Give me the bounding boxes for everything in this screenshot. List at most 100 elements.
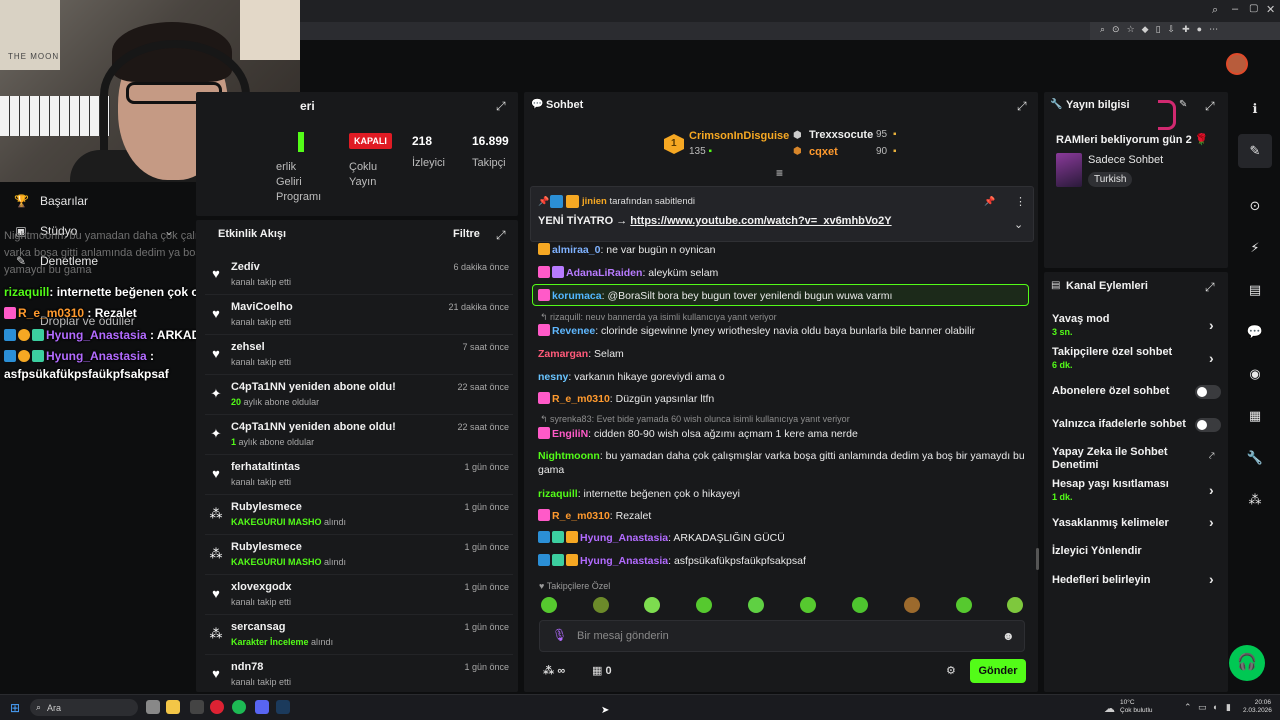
activity-item[interactable]: ⁂ sercansag Karakter İnceleme alındı 1 gün … — [205, 615, 513, 655]
emote-icon[interactable] — [748, 597, 764, 613]
category-thumbnail[interactable] — [1056, 153, 1082, 187]
info-icon[interactable]: ℹ — [1246, 100, 1264, 118]
activity-item[interactable]: ✦ C4pTa1NN yeniden abone oldu! 20 aylık ab… — [205, 375, 513, 415]
expand-icon[interactable]: ⤢ — [1205, 280, 1217, 294]
action-ai-moderation[interactable]: Yapay Zeka ile Sohbet Denetimi — [1052, 446, 1172, 472]
gifter-name[interactable]: cqxet — [809, 146, 838, 158]
support-button[interactable]: 🎧 — [1229, 645, 1265, 681]
activity-item[interactable]: ⁂ Rubylesmece KAKEGURUI MASHO alındı 1 gün … — [205, 535, 513, 575]
category-name[interactable]: Sadece Sohbet — [1088, 154, 1163, 166]
chevron-right-icon[interactable]: › — [1209, 482, 1214, 498]
action-raid[interactable]: İzleyici Yönlendir — [1052, 545, 1142, 558]
chevron-down-icon[interactable]: ⌄ — [1014, 218, 1023, 231]
tray-chevron-icon[interactable]: ⌃ — [1184, 702, 1192, 713]
expand-icon[interactable]: ⤢ — [496, 99, 508, 113]
task-view-icon[interactable] — [146, 700, 160, 714]
lightning-icon[interactable]: ⚡ — [1246, 239, 1264, 257]
minimize-icon[interactable]: – — [1232, 3, 1238, 15]
chat-username[interactable]: almiraa_0 — [552, 244, 600, 256]
sidebar-item-basarilar[interactable]: 🏆 Başarılar — [14, 194, 88, 208]
emote-icon[interactable] — [904, 597, 920, 613]
activity-item[interactable]: ♥ ferhataltintas kanalı takip etti 1 gün ön… — [205, 455, 513, 495]
emote-icon[interactable] — [644, 597, 660, 613]
weather[interactable]: 10°C Çok bulutlu — [1120, 699, 1153, 715]
close-icon[interactable]: ✕ — [1266, 3, 1275, 16]
points-indicator[interactable]: ⁂ ∞ — [543, 664, 565, 677]
chat-username[interactable]: EngiliN — [552, 428, 588, 440]
discord-icon[interactable] — [255, 700, 269, 714]
users-icon[interactable]: ⁂ — [1246, 491, 1264, 509]
send-button[interactable]: Gönder — [970, 659, 1026, 683]
emote-icon[interactable] — [541, 597, 557, 613]
profile-icon[interactable]: ● — [1197, 24, 1202, 38]
emote-icon[interactable] — [593, 597, 609, 613]
more-icon[interactable]: ⋮ — [1015, 195, 1026, 208]
clock[interactable]: 20:06 2.03.2026 — [1243, 699, 1272, 715]
emote-icon[interactable] — [852, 597, 868, 613]
pinned-link[interactable]: https://www.youtube.com/watch?v=_xv6mhbV… — [630, 215, 891, 227]
wrench-icon[interactable]: 🔧 — [1246, 449, 1264, 467]
expand-icon[interactable]: ⤢ — [1205, 99, 1217, 113]
broadcast-icon[interactable]: ◉ — [1246, 365, 1264, 383]
collapse-icon[interactable]: ≡ — [776, 166, 783, 180]
activity-item[interactable]: ♥ ndn78 kanalı takip etti 1 gün önce — [205, 655, 513, 695]
layout-icon[interactable]: ▦ — [1246, 407, 1264, 425]
app-icon[interactable] — [190, 700, 204, 714]
steam-icon[interactable] — [276, 700, 290, 714]
chat-scrollbar[interactable] — [1036, 548, 1039, 570]
url-field[interactable] — [300, 22, 1090, 40]
emoji-icon[interactable]: ☻ — [1002, 629, 1015, 643]
unpin-icon[interactable]: 📌 — [984, 196, 995, 207]
pencil-icon[interactable]: ✎ — [1246, 142, 1264, 160]
avatar[interactable] — [1226, 53, 1248, 75]
windows-start-icon[interactable]: ⊞ — [10, 701, 20, 715]
external-link-icon[interactable]: ⤤ — [1209, 451, 1215, 462]
chevron-right-icon[interactable]: › — [1209, 317, 1214, 333]
chat-username[interactable]: nesny — [538, 371, 568, 383]
menu-icon[interactable]: ⋯ — [1209, 24, 1218, 38]
chat-bubble-icon[interactable]: 💬 — [1246, 323, 1264, 341]
download-icon[interactable]: ⇩ — [1168, 24, 1176, 38]
action-goals[interactable]: Hedefleri belirleyin — [1052, 574, 1150, 587]
puzzle-icon[interactable]: ✚ — [1182, 24, 1190, 38]
filter-button[interactable]: Filtre — [453, 228, 480, 240]
star-icon[interactable]: ☆ — [1127, 24, 1135, 38]
sidebar-icon[interactable]: ▯ — [1156, 24, 1161, 38]
chat-username[interactable]: R_e_m0310 — [552, 510, 610, 522]
extension-icon[interactable]: ◆ — [1142, 24, 1149, 38]
emote-icon[interactable] — [696, 597, 712, 613]
gifter-name[interactable]: Trexxsocute — [809, 129, 873, 141]
activity-item[interactable]: ⁂ Rubylesmece KAKEGURUI MASHO alındı 1 gün … — [205, 495, 513, 535]
emote-icon[interactable] — [1007, 597, 1023, 613]
chevron-right-icon[interactable]: › — [1209, 571, 1214, 587]
shop-indicator[interactable]: ▦ 0 — [592, 664, 612, 677]
action-followers-only[interactable]: Takipçilere özel sohbet — [1052, 346, 1172, 359]
network-icon[interactable]: ▭ — [1198, 702, 1207, 713]
chevron-right-icon[interactable]: › — [1209, 350, 1214, 366]
spotify-icon[interactable] — [232, 700, 246, 714]
top-gifter-name[interactable]: CrimsonInDisguise — [689, 130, 789, 142]
subscribers-only-toggle[interactable] — [1195, 385, 1221, 399]
edit-icon[interactable]: ✎ — [1179, 99, 1187, 110]
search-icon[interactable]: ⌕ — [1212, 4, 1218, 17]
action-banned-words[interactable]: Yasaklanmış kelimeler — [1052, 517, 1169, 530]
chevron-right-icon[interactable]: › — [1209, 514, 1214, 530]
action-slow-mode[interactable]: Yavaş mod — [1052, 313, 1109, 326]
microphone-icon[interactable]: 🎙 — [552, 628, 567, 642]
emotes-only-toggle[interactable] — [1195, 418, 1221, 432]
chat-username[interactable]: R_e_m0310 — [552, 393, 610, 405]
volume-icon[interactable]: ◖ — [1212, 702, 1217, 712]
activity-item[interactable]: ♥ xlovexgodx kanalı takip etti 1 gün önce — [205, 575, 513, 615]
activity-item[interactable]: ✦ C4pTa1NN yeniden abone oldu! 1 aylık abo… — [205, 415, 513, 455]
chat-username[interactable]: Zamargan — [538, 348, 588, 360]
activity-item[interactable]: ♥ MaviCoelho kanalı takip etti 21 dakika ön… — [205, 295, 513, 335]
emote-icon[interactable] — [956, 597, 972, 613]
chat-username[interactable]: Hyung_Anastasia — [580, 532, 668, 544]
expand-icon[interactable]: ⤢ — [496, 228, 508, 242]
opera-gx-icon[interactable] — [210, 700, 224, 714]
maximize-icon[interactable]: ▢ — [1249, 3, 1258, 14]
emote-icon[interactable] — [800, 597, 816, 613]
battery-icon[interactable]: ▮ — [1226, 702, 1231, 713]
settings-icon[interactable]: ⚙ — [946, 664, 956, 677]
chat-username[interactable]: korumaca — [552, 290, 602, 302]
